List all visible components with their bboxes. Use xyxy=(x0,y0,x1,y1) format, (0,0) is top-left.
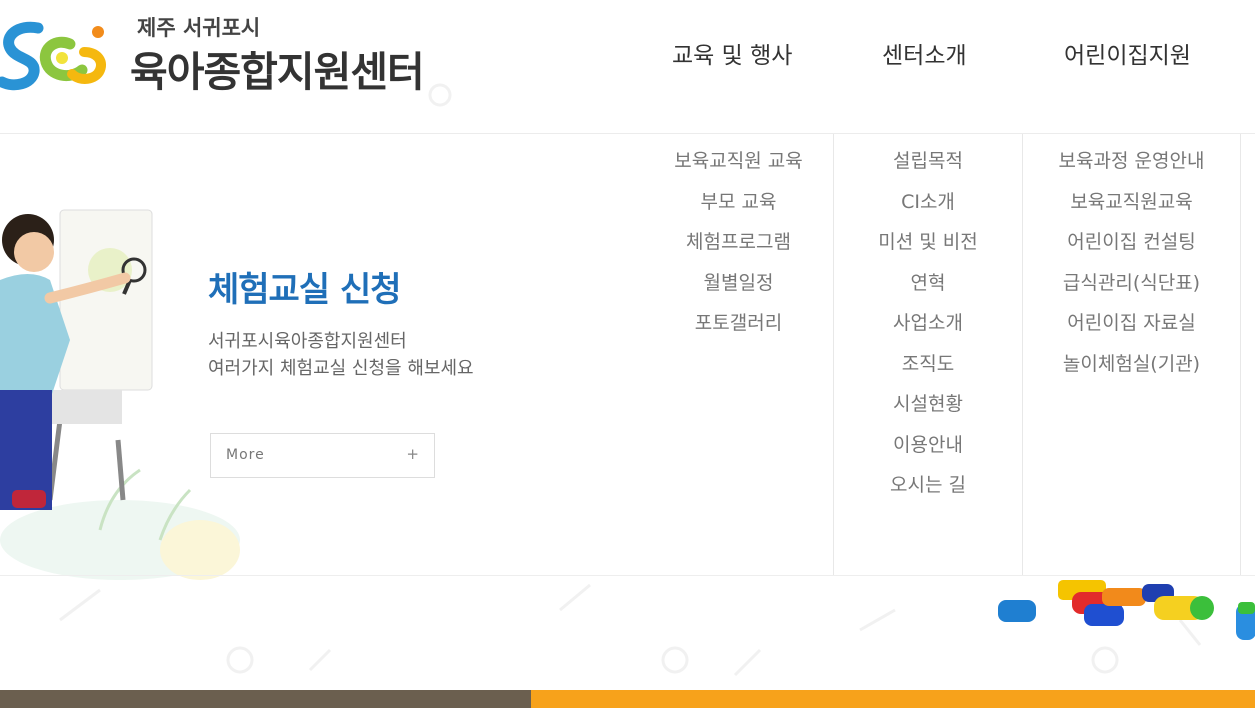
submenu-item[interactable]: 급식관리(식단표) xyxy=(1023,256,1240,297)
plus-icon: + xyxy=(406,445,419,463)
submenu-item[interactable]: 부모 교육 xyxy=(644,175,833,216)
footer-bar-right xyxy=(531,690,1255,708)
hero-description-line: 여러가지 체험교실 신청을 해보세요 xyxy=(208,358,474,379)
submenu-item[interactable]: 포토갤러리 xyxy=(644,296,833,337)
submenu-item[interactable]: 어린이집 자료실 xyxy=(1023,296,1240,337)
site-logo[interactable]: 제주 서귀포시 육아종합지원센터 xyxy=(0,8,440,98)
more-label: More xyxy=(226,447,265,463)
logo-mark-icon xyxy=(0,21,106,91)
submenu-daycare: 보육과정 운영안내 보육교직원교육 어린이집 컨설팅 급식관리(식단표) 어린이… xyxy=(1023,134,1240,575)
submenu-item[interactable]: 어린이집 컨설팅 xyxy=(1023,215,1240,256)
site-header: 제주 서귀포시 육아종합지원센터 교육 및 행사 센터소개 어린이집지원 xyxy=(0,0,1255,134)
logo-title: 육아종합지원센터 xyxy=(130,48,425,96)
nav-item-center-intro[interactable]: 센터소개 xyxy=(882,36,967,70)
submenu-item[interactable]: 월별일정 xyxy=(644,256,833,297)
nav-item-daycare-support[interactable]: 어린이집지원 xyxy=(1064,36,1191,70)
nav-item-education-events[interactable]: 교육 및 행사 xyxy=(672,36,792,70)
submenu-item[interactable]: 연혁 xyxy=(834,256,1022,297)
submenu-item[interactable]: CI소개 xyxy=(834,175,1022,216)
toy-blocks-image xyxy=(998,580,1255,640)
submenu-item[interactable]: 보육교직원교육 xyxy=(1023,175,1240,216)
submenu-item[interactable]: 보육교직원 교육 xyxy=(644,134,833,175)
submenu-item[interactable]: 시설현황 xyxy=(834,377,1022,418)
submenu-item[interactable]: 놀이체험실(기관) xyxy=(1023,337,1240,378)
submenu-item[interactable]: 이용안내 xyxy=(834,418,1022,459)
more-button[interactable]: More + xyxy=(210,433,435,478)
hero-description-line: 서귀포시육아종합지원센터 xyxy=(208,331,407,352)
submenu-item[interactable]: 오시는 길 xyxy=(834,458,1022,499)
submenu-item[interactable]: 사업소개 xyxy=(834,296,1022,337)
submenu-item[interactable]: 체험프로그램 xyxy=(644,215,833,256)
submenu-center: 설립목적 CI소개 미션 및 비전 연혁 사업소개 조직도 시설현황 이용안내 … xyxy=(834,134,1022,575)
hero-description: 서귀포시육아종합지원센터 여러가지 체험교실 신청을 해보세요 xyxy=(208,328,474,382)
footer-bar-left xyxy=(0,690,531,708)
submenu-item[interactable]: 미션 및 비전 xyxy=(834,215,1022,256)
submenu-item[interactable]: 보육과정 운영안내 xyxy=(1023,134,1240,175)
hero-title: 체험교실 신청 xyxy=(208,270,402,310)
submenu-item[interactable]: 설립목적 xyxy=(834,134,1022,175)
submenu-divider xyxy=(1240,134,1241,575)
hero-illustration xyxy=(0,209,240,580)
submenu-item[interactable]: 조직도 xyxy=(834,337,1022,378)
submenu-education: 보육교직원 교육 부모 교육 체험프로그램 월별일정 포토갤러리 xyxy=(644,134,833,575)
